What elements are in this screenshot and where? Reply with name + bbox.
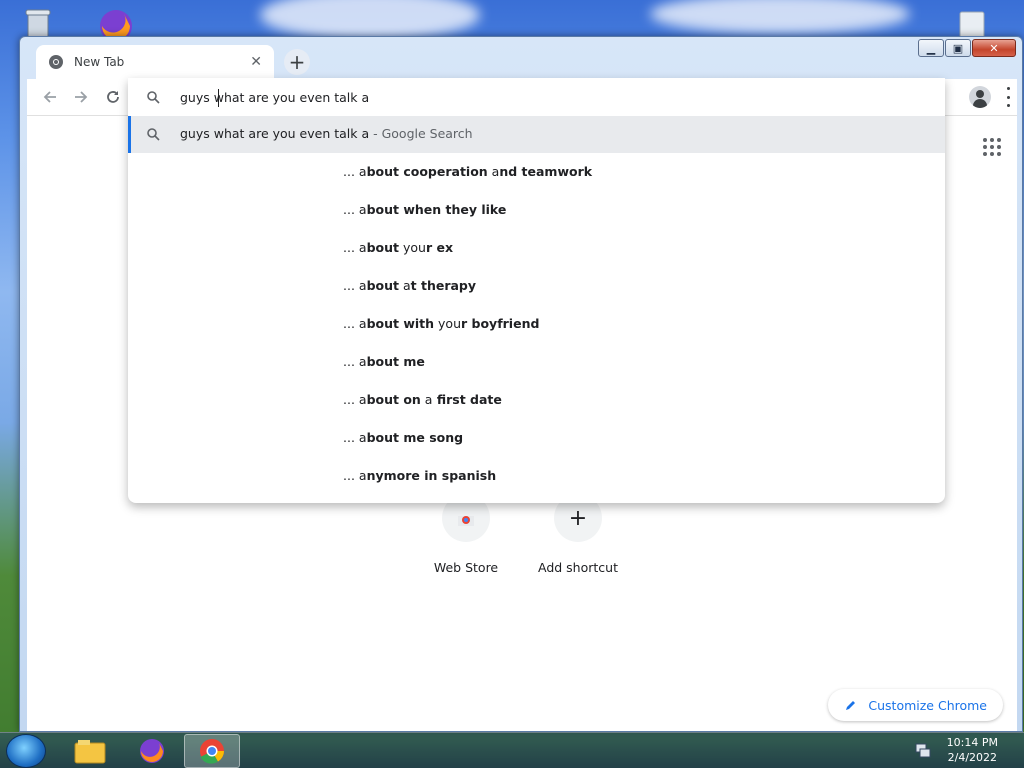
chrome-taskbar-icon[interactable] — [184, 734, 240, 768]
suggestion-prefix: ... — [343, 278, 359, 293]
system-clock[interactable]: 10:14 PM 2/4/2022 — [947, 735, 998, 765]
new-tab-button[interactable]: + — [284, 49, 310, 75]
suggestion-prefix: ... — [343, 354, 359, 369]
omnibox-input[interactable]: guys what are you even talk a — [128, 80, 945, 116]
tab-close-icon[interactable]: ✕ — [250, 54, 262, 70]
desktop-cloud — [260, 0, 480, 40]
maximize-button[interactable]: ▣ — [945, 39, 971, 57]
suggestion-completion: bout with — [366, 316, 435, 331]
suggestion-typed: a — [358, 202, 367, 217]
minimize-button[interactable]: ▁ — [918, 39, 944, 57]
back-arrow-icon[interactable] — [39, 86, 61, 108]
shortcut-label: Add shortcut — [538, 560, 618, 575]
shortcut-web-store[interactable]: Web Store — [411, 494, 521, 575]
suggestion-typed: you — [434, 316, 461, 331]
chrome-favicon-icon — [49, 55, 63, 69]
suggestion-prefix: ... — [343, 202, 359, 217]
customize-chrome-button[interactable]: Customize Chrome — [828, 689, 1003, 721]
taskbar: 10:14 PM 2/4/2022 — [0, 732, 1024, 768]
suggestion-item[interactable]: ... anymore in spanish — [343, 468, 496, 488]
suggestion-typed: a — [399, 278, 411, 293]
file-explorer-taskbar-icon[interactable] — [62, 734, 118, 768]
suggestion-completion: bout me — [366, 354, 425, 369]
suggestion-typed: a — [358, 468, 367, 483]
suggestion-item[interactable]: ... about cooperation and teamwork — [343, 164, 592, 184]
suggestion-typed: a — [358, 278, 367, 293]
start-button[interactable] — [6, 734, 46, 768]
suggestion-google-search[interactable]: guys what are you even talk a - Google S… — [128, 116, 945, 153]
suggestion-prefix: ... — [343, 392, 359, 407]
suggestion-completion: bout on — [366, 392, 421, 407]
suggestion-completion: bout cooperation — [366, 164, 488, 179]
suggestion-typed: a — [358, 430, 367, 445]
suggestion-item[interactable]: ... about me song — [343, 430, 463, 450]
customize-label: Customize Chrome — [868, 697, 987, 713]
profile-avatar-icon[interactable] — [969, 86, 991, 108]
search-icon — [147, 91, 160, 104]
apps-grid-icon[interactable] — [983, 138, 1001, 156]
suggestion-text: guys what are you even talk a - Google S… — [180, 126, 473, 141]
suggestion-completion: bout — [366, 240, 399, 255]
suggestion-prefix: ... — [343, 164, 359, 179]
suggestion-completion: r ex — [425, 240, 454, 255]
suggestion-suffix: - Google Search — [369, 126, 473, 141]
suggestion-typed: a — [358, 240, 367, 255]
reload-icon[interactable] — [102, 86, 124, 108]
suggestion-typed: a — [358, 316, 367, 331]
suggestion-prefix: ... — [343, 468, 359, 483]
pencil-icon — [846, 701, 856, 710]
window-controls: ▁ ▣ ✕ — [918, 39, 1016, 57]
suggestion-item[interactable]: ... about when they like — [343, 202, 506, 222]
clock-time: 10:14 PM — [946, 736, 998, 749]
forward-arrow-icon[interactable] — [70, 86, 92, 108]
suggestion-prefix: ... — [343, 430, 359, 445]
omnibox-text[interactable]: guys what are you even talk a — [180, 90, 369, 105]
suggestion-completion: bout when they like — [366, 202, 507, 217]
suggestion-completion: t therapy — [410, 278, 477, 293]
suggestion-typed: a — [358, 354, 367, 369]
suggestion-item[interactable]: ... about on a first date — [343, 392, 502, 412]
firefox-taskbar-icon[interactable] — [124, 734, 180, 768]
suggestion-completion: bout me song — [366, 430, 464, 445]
suggestion-typed: a — [358, 164, 367, 179]
tab-new-tab[interactable]: New Tab ✕ — [36, 45, 274, 79]
shortcut-add[interactable]: + Add shortcut — [523, 494, 633, 575]
suggestion-completion: nymore in spanish — [366, 468, 497, 483]
suggestion-completion: bout — [366, 278, 399, 293]
suggestion-typed: a — [487, 164, 500, 179]
close-window-button[interactable]: ✕ — [972, 39, 1016, 57]
suggestion-completion: r boyfriend — [461, 316, 540, 331]
suggestion-item[interactable]: ... about at therapy — [343, 278, 476, 298]
tab-title: New Tab — [74, 55, 125, 69]
suggestion-item[interactable]: ... about with your boyfriend — [343, 316, 539, 336]
desktop-cloud — [650, 0, 910, 34]
suggestion-prefix: ... — [343, 240, 359, 255]
shortcut-label: Web Store — [433, 560, 499, 575]
suggestion-item[interactable]: ... about me — [343, 354, 425, 374]
suggestion-completion: first date — [432, 392, 502, 407]
suggestion-completion: nd teamwork — [499, 164, 593, 179]
network-tray-icon[interactable] — [914, 741, 932, 759]
text-cursor — [218, 89, 219, 107]
menu-kebab-icon[interactable] — [1005, 87, 1011, 107]
suggestion-prefix: ... — [343, 316, 359, 331]
suggestion-item[interactable]: ... about your ex — [343, 240, 453, 260]
suggestion-typed: a — [420, 392, 433, 407]
suggestion-query: guys what are you even talk a — [180, 126, 370, 141]
suggestion-typed: you — [399, 240, 426, 255]
suggestion-typed: a — [358, 392, 367, 407]
search-icon — [147, 128, 160, 141]
clock-date: 2/4/2022 — [947, 751, 998, 764]
